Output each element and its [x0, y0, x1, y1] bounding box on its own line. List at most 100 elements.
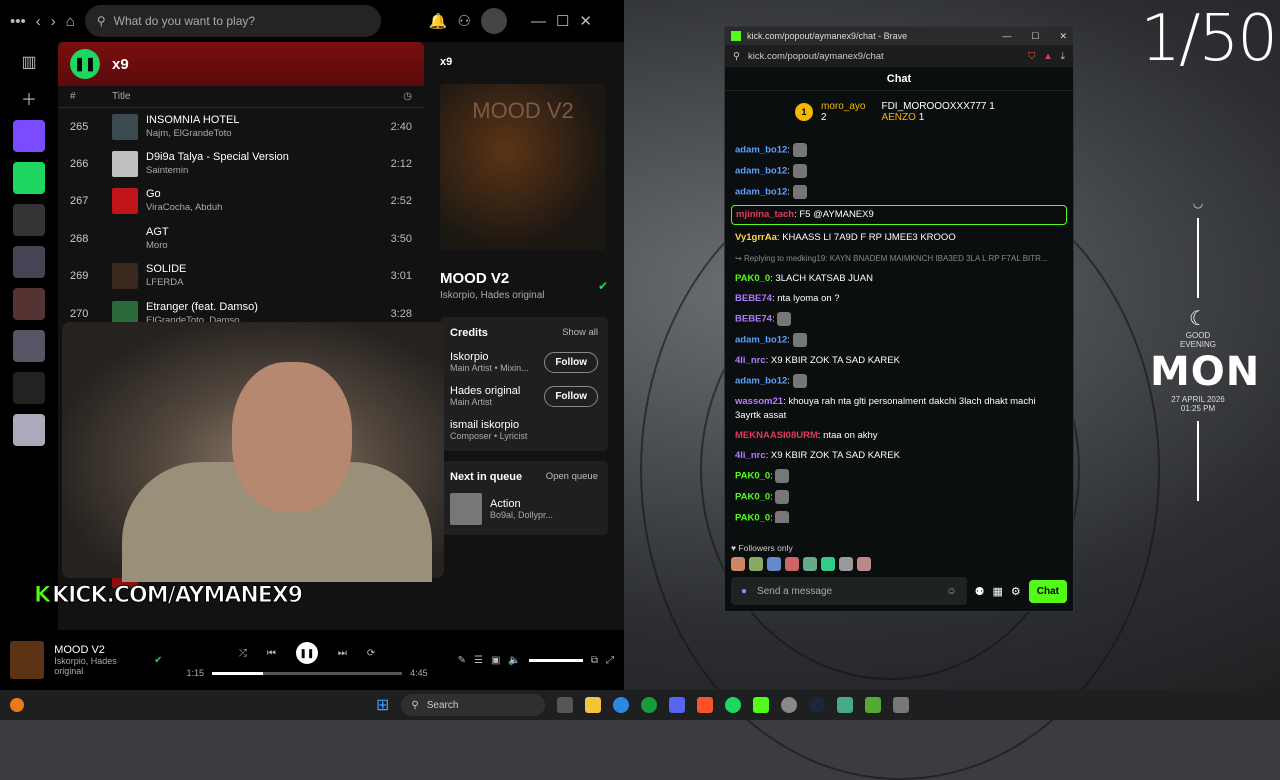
chat-send-button[interactable]: Chat	[1028, 579, 1067, 603]
chat-message[interactable]: Vy1grrAa: KHAASS LI 7A9D F RP IJMEE3 KRO…	[735, 231, 1063, 245]
queue-icon[interactable]: ☰	[474, 655, 483, 666]
shuffle-icon[interactable]: ⤮	[239, 648, 247, 659]
chat-username[interactable]: adam_bo12	[735, 334, 787, 345]
kicks-icon[interactable]: ⚉	[975, 585, 985, 598]
more-icon[interactable]: •••	[10, 13, 26, 30]
bell-icon[interactable]: 🔔	[429, 12, 448, 30]
kick-icon[interactable]	[753, 697, 770, 713]
chat-username[interactable]: adam_bo12	[735, 145, 787, 156]
follow-button[interactable]: Follow	[544, 385, 598, 407]
chat-message[interactable]: mjinina_tach: F5 @AYMANEX9	[731, 205, 1067, 226]
chat-message[interactable]: MEKNAASI08URM: ntaa on akhy	[735, 429, 1063, 443]
chat-username[interactable]: adam_bo12	[735, 165, 787, 176]
liked-songs-item[interactable]	[13, 120, 45, 152]
settings-icon[interactable]: ⚙	[1011, 585, 1021, 598]
chat-username[interactable]: 4li_nrc	[735, 450, 766, 461]
message-input[interactable]: ● Send a message ☺	[731, 577, 967, 605]
chat-message[interactable]: adam_bo12:	[735, 332, 1063, 348]
track-row[interactable]: 267 Go ViraCocha, Abduh 2:52	[58, 183, 424, 220]
chat-message[interactable]: adam_bo12:	[735, 373, 1063, 389]
settings-icon[interactable]	[781, 697, 798, 713]
leader-2[interactable]: FDI_MOROOOXXX777	[881, 101, 986, 112]
brave-icon[interactable]	[697, 697, 714, 713]
credit-name[interactable]: Hades original	[450, 385, 520, 397]
emoji-icon[interactable]: ☺	[946, 586, 956, 597]
download-icon[interactable]: ⤓	[1061, 51, 1065, 62]
leader-3[interactable]: AENZO	[881, 112, 915, 123]
chat-message[interactable]: BEBE74:	[735, 312, 1063, 327]
back-icon[interactable]: ‹	[36, 13, 41, 30]
chat-username[interactable]: PAK0_0	[735, 471, 770, 482]
pause-button[interactable]: ❚❚	[70, 49, 100, 79]
weather-icon[interactable]	[10, 698, 24, 712]
chat-message[interactable]: 4li_nrc: X9 KBIR ZOK TA SAD KAREK	[735, 354, 1063, 368]
chat-username[interactable]: adam_bo12	[735, 375, 787, 386]
np-artist[interactable]: Iskorpio, Hades original	[440, 290, 545, 301]
gift-icon[interactable]: ▦	[992, 585, 1002, 598]
credit-name[interactable]: Iskorpio	[450, 351, 529, 363]
explorer-icon[interactable]	[585, 697, 602, 713]
chat-message[interactable]: adam_bo12:	[735, 163, 1063, 179]
emote-icon[interactable]	[839, 557, 853, 571]
leader-1[interactable]: moro_ayo	[821, 101, 865, 112]
device-icon[interactable]: ▣	[491, 655, 500, 666]
minimize-icon[interactable]: —	[531, 13, 546, 30]
np-title[interactable]: MOOD V2	[440, 270, 545, 287]
chat-message[interactable]: adam_bo12:	[735, 184, 1063, 200]
emote-icon[interactable]	[857, 557, 871, 571]
player-title[interactable]: MOOD V2	[54, 644, 144, 656]
chat-username[interactable]: adam_bo12	[735, 186, 787, 197]
playlist-item[interactable]	[13, 330, 45, 362]
track-row[interactable]: 269 SOLIDE LFERDA 3:01	[58, 258, 424, 295]
open-queue-link[interactable]: Open queue	[546, 471, 598, 483]
volume-slider[interactable]	[528, 658, 583, 662]
saved-check-icon[interactable]: ✔	[598, 279, 608, 293]
discord-icon[interactable]	[669, 697, 686, 713]
playlist-item[interactable]	[13, 288, 45, 320]
next-icon[interactable]: ⏭	[338, 648, 347, 659]
maximize-icon[interactable]: ☐	[1031, 31, 1039, 42]
taskbar-search[interactable]: ⚲ Search	[401, 694, 546, 716]
chat-message[interactable]: PAK0_0: 3LACH KATSAB JUAN	[735, 272, 1063, 286]
edge-icon[interactable]	[613, 697, 630, 713]
mic-icon[interactable]: ●	[741, 586, 747, 597]
chat-username[interactable]: Vy1grrAa	[735, 232, 777, 243]
steam-icon[interactable]	[809, 697, 826, 713]
track-row[interactable]: 268 AGT Moro 3:50	[58, 220, 424, 257]
volume-icon[interactable]: 🔈	[508, 655, 520, 666]
fullscreen-icon[interactable]: ⤢	[606, 655, 614, 666]
queue-artist[interactable]: Bo9al, Dollypr...	[490, 510, 553, 520]
spotify-icon[interactable]	[725, 697, 742, 713]
repeat-icon[interactable]: ⟳	[367, 648, 375, 659]
app-icon[interactable]	[837, 697, 854, 713]
rewards-icon[interactable]: ▲	[1043, 51, 1052, 62]
emote-icon[interactable]	[785, 557, 799, 571]
chat-username[interactable]: PAK0_0	[735, 491, 770, 502]
emote-icon[interactable]	[731, 557, 745, 571]
add-icon[interactable]: ＋	[0, 86, 58, 110]
minimize-icon[interactable]: —	[1002, 31, 1011, 41]
chat-message[interactable]: wassom21: khouya rah nta glti personalme…	[735, 395, 1063, 423]
emote-icon[interactable]	[821, 557, 835, 571]
forward-icon[interactable]: ›	[51, 13, 56, 30]
chat-message[interactable]: adam_bo12:	[735, 143, 1063, 158]
chat-username[interactable]: 4li_nrc	[735, 355, 766, 366]
chat-username[interactable]: BEBE74	[735, 314, 772, 325]
miniplayer-icon[interactable]: ⧉	[591, 655, 598, 666]
chat-username[interactable]: PAK0_0	[735, 512, 770, 523]
app-icon[interactable]	[865, 697, 882, 713]
chat-message[interactable]: BEBE74: nta lyoma on ?	[735, 292, 1063, 306]
chat-username[interactable]: PAK0_0	[735, 273, 770, 284]
emote-icon[interactable]	[803, 557, 817, 571]
credit-name[interactable]: ismail iskorpio	[450, 419, 527, 431]
close-icon[interactable]: ✕	[579, 12, 592, 30]
chat-username[interactable]: wassom21	[735, 396, 783, 407]
playlist-item[interactable]	[13, 246, 45, 278]
chat-message[interactable]: ↪ Replying to medking19: KAYN BNADEM MAI…	[735, 252, 1063, 266]
pause-button[interactable]: ❚❚	[295, 642, 318, 664]
saved-episodes-item[interactable]	[13, 162, 45, 194]
saved-check-icon[interactable]: ✔	[154, 655, 162, 666]
start-icon[interactable]: ⊞	[376, 695, 389, 715]
chat-message[interactable]: PAK0_0:	[735, 489, 1063, 505]
home-icon[interactable]: ⌂	[66, 13, 75, 30]
